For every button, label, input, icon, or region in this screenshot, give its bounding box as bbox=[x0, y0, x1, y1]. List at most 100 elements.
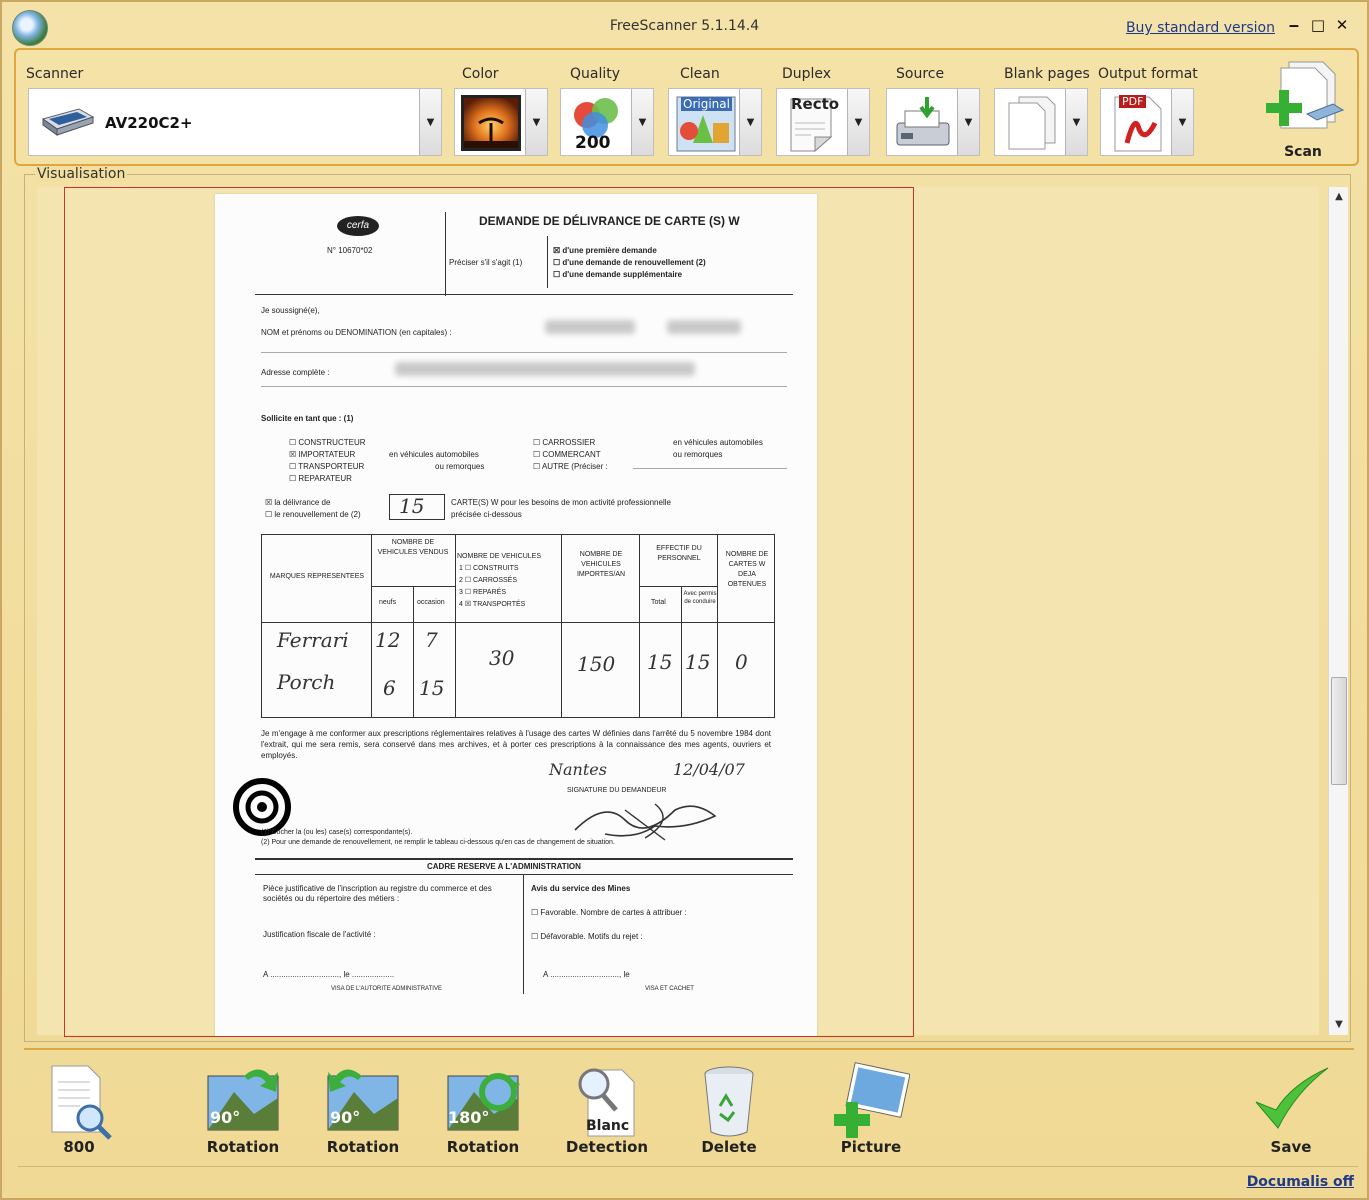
chevron-down-icon[interactable]: ▼ bbox=[739, 89, 761, 155]
vertical-scrollbar[interactable]: ▲ ▼ bbox=[1328, 187, 1348, 1035]
table-divider bbox=[639, 534, 640, 718]
divider bbox=[255, 294, 793, 295]
delete-button[interactable]: Delete bbox=[674, 1058, 784, 1162]
scanned-document: cerfa N° 10670*02 DEMANDE DE DÉLIVRANCE … bbox=[215, 194, 817, 1036]
table-cell: 12 bbox=[375, 628, 401, 652]
maximize-button[interactable]: □ bbox=[1309, 16, 1327, 34]
role-note: en véhicules automobiles bbox=[673, 438, 763, 447]
source-select[interactable]: ▼ bbox=[886, 88, 980, 156]
table-header: Total bbox=[651, 599, 666, 606]
rotate-180-button[interactable]: 180° Rotation bbox=[428, 1058, 538, 1162]
delivrance-option: ☒ la délivrance de bbox=[265, 498, 331, 507]
quality-value: 200 bbox=[575, 133, 611, 153]
footnote-2: (2) Pour une demande de renouvellement, … bbox=[261, 839, 615, 846]
duplex-value: Recto bbox=[791, 95, 840, 113]
output-format-label: Output format bbox=[1098, 66, 1198, 82]
chevron-down-icon[interactable]: ▼ bbox=[957, 89, 979, 155]
add-picture-button[interactable]: Picture bbox=[816, 1058, 926, 1162]
checkmark-icon bbox=[1255, 1067, 1329, 1129]
title-bar: FreeScanner 5.1.14.4 Buy standard versio… bbox=[2, 2, 1367, 50]
chevron-down-icon[interactable]: ▼ bbox=[525, 89, 547, 155]
rotate-right-icon bbox=[207, 1069, 279, 1131]
color-select[interactable]: ▼ bbox=[454, 88, 548, 156]
chevron-down-icon[interactable]: ▼ bbox=[631, 89, 653, 155]
table-header: 2 ☐ CARROSSÉS bbox=[459, 577, 518, 584]
minimize-button[interactable]: ‒ bbox=[1285, 16, 1303, 34]
table-divider bbox=[413, 586, 414, 718]
redacted-address bbox=[395, 362, 695, 376]
date-value: 12/04/07 bbox=[673, 760, 745, 779]
table-header: 4 ☒ TRANSPORTÉS bbox=[459, 601, 526, 608]
role-item: ☐ REPARATEUR bbox=[289, 474, 352, 483]
scan-button[interactable]: Scan bbox=[1257, 56, 1349, 160]
form-number: N° 10670*02 bbox=[327, 246, 373, 255]
chevron-down-icon[interactable]: ▼ bbox=[419, 89, 441, 155]
table-divider bbox=[371, 586, 455, 587]
blank-detection-button[interactable]: Blanc Detection bbox=[552, 1058, 662, 1162]
quality-select[interactable]: 200 ▼ bbox=[560, 88, 654, 156]
rotate-right-button[interactable]: 90° Rotation bbox=[188, 1058, 298, 1162]
redacted-name bbox=[545, 320, 635, 334]
scan-options-toolbar: Scanner AV220C2+ ▼ Color ▼ Quality 200 ▼… bbox=[14, 48, 1359, 166]
clean-label: Clean bbox=[680, 66, 720, 82]
table-header: occasion bbox=[417, 599, 445, 606]
table-cell: 15 bbox=[647, 650, 673, 674]
scroll-down-icon[interactable]: ▼ bbox=[1329, 1015, 1349, 1035]
output-format-value: PDF bbox=[1119, 95, 1147, 108]
table-header: MARQUES REPRESENTEES bbox=[269, 573, 365, 580]
chevron-down-icon[interactable]: ▼ bbox=[1171, 89, 1193, 155]
chevron-down-icon[interactable]: ▼ bbox=[847, 89, 869, 155]
rotate-180-icon bbox=[447, 1073, 520, 1131]
save-button[interactable]: Save bbox=[1236, 1058, 1346, 1162]
divider bbox=[261, 352, 787, 353]
pages-zoom-button[interactable]: 800 bbox=[24, 1058, 134, 1162]
table-header: 1 ☐ CONSTRUITS bbox=[459, 565, 519, 572]
duplex-select[interactable]: Recto ▼ bbox=[776, 88, 870, 156]
rotate-left-button[interactable]: 90° Rotation bbox=[308, 1058, 418, 1162]
role-item: ☐ TRANSPORTEUR bbox=[289, 462, 365, 471]
pages-zoom-label: 800 bbox=[63, 1138, 95, 1156]
chevron-down-icon[interactable]: ▼ bbox=[1065, 89, 1087, 155]
table-divider bbox=[561, 534, 562, 718]
scroll-thumb[interactable] bbox=[1331, 677, 1347, 785]
table-header: 3 ☐ REPARÉS bbox=[459, 589, 506, 596]
blank-pages-icon bbox=[1008, 96, 1056, 150]
nom-label: NOM et prénoms ou DENOMINATION (en capit… bbox=[261, 328, 452, 337]
soussigne-text: Je soussigné(e), bbox=[261, 306, 320, 315]
buy-standard-link[interactable]: Buy standard version bbox=[1126, 20, 1275, 36]
scanner-select[interactable]: AV220C2+ ▼ bbox=[28, 88, 442, 156]
blank-pages-select[interactable]: ▼ bbox=[994, 88, 1088, 156]
visualisation-legend: Visualisation bbox=[35, 166, 128, 182]
add-picture-icon bbox=[834, 1062, 910, 1138]
documalis-link[interactable]: Documalis off bbox=[1247, 1174, 1354, 1190]
admin-title: CADRE RESERVE A L'ADMINISTRATION bbox=[427, 862, 581, 871]
clean-select[interactable]: Original ▼ bbox=[668, 88, 762, 156]
divider bbox=[547, 236, 548, 288]
role-item: ☐ CONSTRUCTEUR bbox=[289, 438, 366, 447]
duplex-label: Duplex bbox=[782, 66, 832, 82]
piece-text: Pièce justificative de l'inscription au … bbox=[263, 884, 492, 903]
table-cell: 15 bbox=[685, 650, 711, 674]
close-button[interactable]: ✕ bbox=[1333, 16, 1351, 34]
divider bbox=[255, 874, 793, 875]
scroll-up-icon[interactable]: ▲ bbox=[1329, 187, 1349, 207]
rotate-180-label: Rotation bbox=[446, 1138, 520, 1156]
table-cell: Ferrari bbox=[277, 628, 349, 652]
role-note: ou remorques bbox=[673, 450, 723, 459]
table-header: NOMBRE DE CARTES W DEJA OBTENUES bbox=[725, 551, 769, 588]
blank-pages-label: Blank pages bbox=[1004, 66, 1090, 82]
output-format-select[interactable]: PDF ▼ bbox=[1100, 88, 1194, 156]
table-cell: 15 bbox=[419, 676, 445, 700]
visa-right: VISA ET CACHET bbox=[645, 986, 694, 992]
scanner-value: AV220C2+ bbox=[105, 114, 193, 132]
detection-badge: Blanc bbox=[586, 1118, 630, 1134]
role-note: ou remorques bbox=[435, 462, 485, 471]
table-header: Avec permis de conduire bbox=[683, 591, 717, 605]
picture-label: Picture bbox=[840, 1138, 902, 1156]
table-cell: 0 bbox=[735, 650, 748, 674]
a-le-right: A ..............................., le bbox=[543, 970, 630, 979]
table-divider bbox=[681, 586, 682, 718]
avis-title: Avis du service des Mines bbox=[531, 884, 631, 893]
preview-area[interactable]: cerfa N° 10670*02 DEMANDE DE DÉLIVRANCE … bbox=[37, 187, 1319, 1037]
page-selection-frame[interactable]: cerfa N° 10670*02 DEMANDE DE DÉLIVRANCE … bbox=[64, 187, 914, 1037]
